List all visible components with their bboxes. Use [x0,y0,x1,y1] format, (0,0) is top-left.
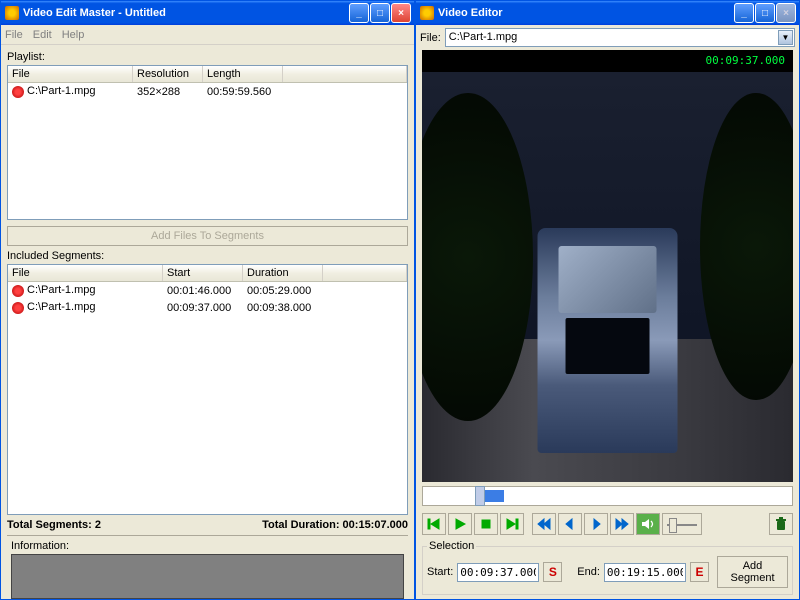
selection-legend: Selection [427,540,476,552]
file-dropdown[interactable]: C:\Part-1.mpg ▼ [445,28,795,47]
info-section: Information: [7,535,408,595]
start-label: Start: [427,566,453,578]
end-label: End: [577,566,600,578]
step-back-button[interactable] [558,513,582,535]
editor-minimize-button[interactable]: _ [734,3,754,23]
col-spacer [283,66,407,82]
close-button[interactable]: × [391,3,411,23]
set-end-button[interactable]: E [690,562,709,582]
seg-col-duration[interactable]: Duration [243,265,323,281]
playlist-label: Playlist: [7,51,408,63]
editor-titlebar[interactable]: Video Editor _ □ × [416,1,799,25]
menu-file[interactable]: File [5,29,23,41]
trash-button[interactable] [769,513,793,535]
seg-col-start[interactable]: Start [163,265,243,281]
menu-bar: File Edit Help [1,25,414,45]
total-segments-value: 2 [95,519,101,531]
seek-row [416,482,799,510]
video-preview[interactable]: 00:09:37.000 [422,50,793,482]
total-duration-value: 00:15:07.000 [343,519,408,531]
segments-listview[interactable]: File Start Duration C:\Part-1.mpg00:01:4… [7,264,408,515]
total-duration-label: Total Duration: [262,519,342,531]
col-resolution[interactable]: Resolution [133,66,203,82]
seek-bar[interactable] [422,486,793,506]
menu-edit[interactable]: Edit [33,29,52,41]
file-icon [12,302,24,314]
info-label: Information: [11,540,404,552]
table-row[interactable]: C:\Part-1.mpg00:01:46.00000:05:29.000 [8,282,407,299]
editor-close-button: × [776,3,796,23]
minimize-button[interactable]: _ [349,3,369,23]
info-content [11,554,404,599]
go-start-button[interactable] [422,513,446,535]
col-length[interactable]: Length [203,66,283,82]
seek-thumb[interactable] [475,486,485,506]
fast-forward-button[interactable] [610,513,634,535]
dropdown-arrow-icon[interactable]: ▼ [778,30,793,45]
file-value: C:\Part-1.mpg [449,31,517,43]
start-input[interactable] [457,563,539,582]
editor-maximize-button[interactable]: □ [755,3,775,23]
app-icon [5,6,19,20]
video-frame [422,72,793,482]
volume-slider[interactable] [662,513,702,535]
main-title: Video Edit Master - Untitled [23,7,349,19]
set-start-button[interactable]: S [543,562,562,582]
main-window-controls: _ □ × [349,3,411,23]
segments-label: Included Segments: [7,250,408,262]
play-button[interactable] [448,513,472,535]
maximize-button[interactable]: □ [370,3,390,23]
stop-button[interactable] [474,513,498,535]
volume-button[interactable] [636,513,660,535]
table-row[interactable]: C:\Part-1.mpg00:09:37.00000:09:38.000 [8,299,407,316]
fast-back-button[interactable] [532,513,556,535]
add-segment-button[interactable]: Add Segment [717,556,788,588]
main-window: Video Edit Master - Untitled _ □ × File … [0,0,415,600]
editor-window-controls: _ □ × [734,3,796,23]
end-input[interactable] [604,563,686,582]
total-segments-label: Total Segments: [7,519,95,531]
menu-help[interactable]: Help [62,29,85,41]
seg-col-file[interactable]: File [8,265,163,281]
playlist-listview[interactable]: File Resolution Length C:\Part-1.mpg352×… [7,65,408,220]
timecode-display: 00:09:37.000 [706,54,785,67]
selection-group: Selection Start: S End: E Add Segment [422,540,793,595]
totals-row: Total Segments: 2 Total Duration: 00:15:… [7,515,408,535]
file-selector-row: File: C:\Part-1.mpg ▼ [416,25,799,50]
editor-app-icon [420,6,434,20]
file-label: File: [420,32,441,44]
step-forward-button[interactable] [584,513,608,535]
table-row[interactable]: C:\Part-1.mpg352×28800:59:59.560 [8,83,407,100]
editor-window: Video Editor _ □ × File: C:\Part-1.mpg ▼… [415,0,800,600]
file-icon [12,86,24,98]
go-end-button[interactable] [500,513,524,535]
file-icon [12,285,24,297]
main-titlebar[interactable]: Video Edit Master - Untitled _ □ × [1,1,414,25]
col-file[interactable]: File [8,66,133,82]
editor-title: Video Editor [438,7,734,19]
seg-col-spacer [323,265,407,281]
transport-controls [416,510,799,538]
add-files-button: Add Files To Segments [7,226,408,246]
